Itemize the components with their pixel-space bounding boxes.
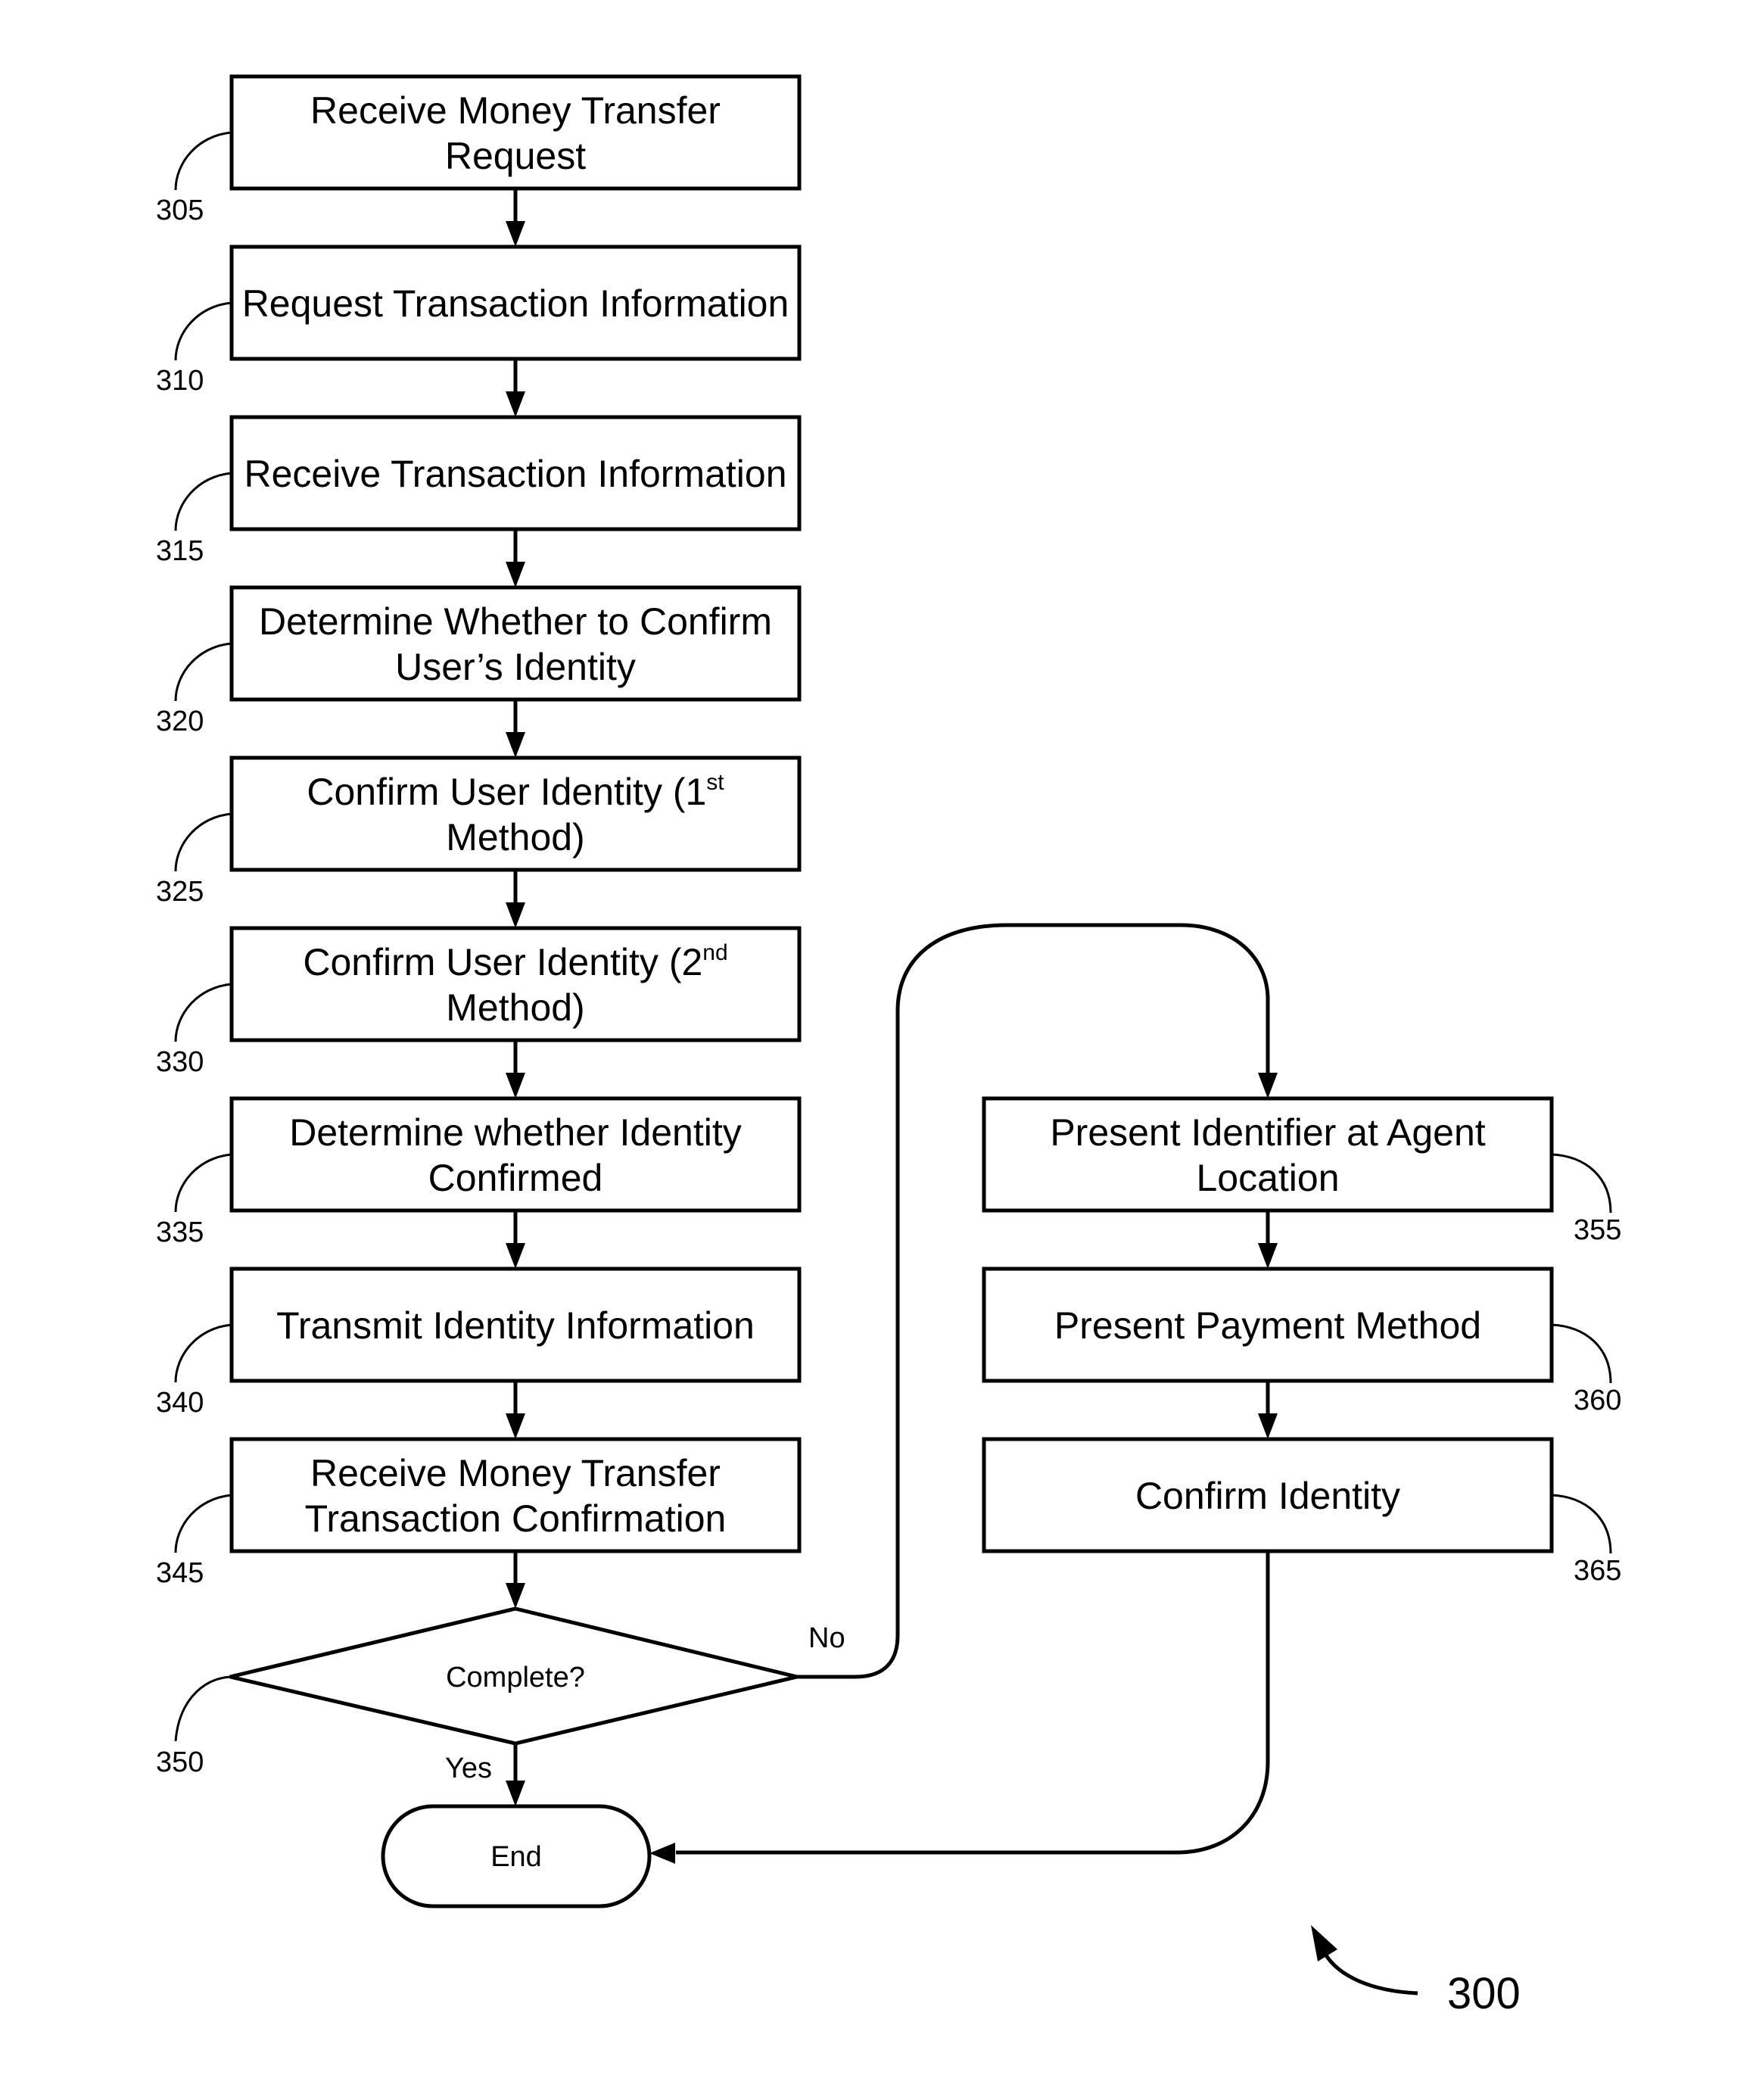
decision-complete: Complete? 350 Yes No xyxy=(156,1606,845,1784)
step-ref-number: 310 xyxy=(156,365,204,397)
step-label-line: Receive Money Transfer xyxy=(310,89,721,132)
arrowhead-down-icon xyxy=(506,1583,525,1609)
step-label-line: Receive Money Transfer xyxy=(310,1452,721,1494)
no-label: No xyxy=(808,1622,845,1654)
ref-leader-line xyxy=(174,983,232,1042)
arrowhead-down-icon xyxy=(506,391,525,417)
step-label-line: Transaction Confirmation xyxy=(305,1497,727,1540)
decision-ref-label: 350 xyxy=(156,1746,204,1778)
step-label-line: Receive Transaction Information xyxy=(244,453,786,495)
process-step: Transmit Identity Information 340 xyxy=(156,1267,802,1419)
process-step: Present Payment Method 360 xyxy=(982,1267,1621,1416)
figure-reference: 300 xyxy=(1311,1925,1521,2018)
process-step: Confirm Identity 365 xyxy=(982,1437,1621,1587)
process-step: Confirm User Identity (1stMethod) 325 xyxy=(156,756,802,908)
step-ref-number: 340 xyxy=(156,1387,204,1419)
arrowhead-down-icon xyxy=(506,1413,525,1439)
step-ref-number: 345 xyxy=(156,1557,204,1589)
step-label-line: Present Payment Method xyxy=(1054,1304,1481,1347)
arrowhead-left-icon xyxy=(649,1843,675,1864)
terminal-label: End xyxy=(490,1841,542,1873)
ref-leader-line xyxy=(174,812,232,872)
process-step: Present Identifier at AgentLocation 355 xyxy=(982,1096,1621,1246)
ref-leader-line xyxy=(1551,1153,1612,1214)
step-label-line: Transmit Identity Information xyxy=(276,1304,755,1347)
step-ref-number: 365 xyxy=(1574,1555,1621,1587)
decision-ref-leader xyxy=(174,1675,231,1742)
step-label-line: Confirm Identity xyxy=(1135,1475,1400,1517)
process-step: Confirm User Identity (2ndMethod) 330 xyxy=(156,926,802,1078)
step-label-line: Request xyxy=(445,135,586,177)
arrowhead-down-icon xyxy=(506,902,525,928)
right-column-steps: Present Identifier at AgentLocation355Pr… xyxy=(982,1096,1621,1587)
figure-pointer-curve xyxy=(1324,1954,1418,1996)
step-label-line: Location xyxy=(1196,1157,1339,1199)
terminal-end: End xyxy=(381,1804,652,1908)
step-ref-number: 305 xyxy=(156,195,204,226)
step-label-line: Determine whether Identity xyxy=(289,1111,742,1154)
process-step: Determine whether IdentityConfirmed 335 xyxy=(156,1096,802,1248)
arrowhead-down-icon xyxy=(1258,1413,1278,1439)
step-label-line: Request Transaction Information xyxy=(242,282,789,325)
step-label-line: Present Identifier at Agent xyxy=(1050,1111,1485,1154)
ref-leader-line xyxy=(174,131,232,191)
ref-leader-line xyxy=(1551,1494,1612,1554)
arrowhead-down-icon xyxy=(506,1781,525,1806)
ordinal-superscript: st xyxy=(706,770,724,795)
arrowhead-down-icon xyxy=(506,221,525,247)
ref-leader-line xyxy=(174,1494,232,1553)
step-label-line: User’s Identity xyxy=(395,646,636,688)
arrowhead-down-icon xyxy=(506,562,525,587)
ref-leader-line xyxy=(174,1323,232,1383)
figure-number: 300 xyxy=(1447,1969,1521,2018)
ref-leader-line xyxy=(174,301,232,361)
step-label-line: Determine Whether to Confirm xyxy=(259,600,772,643)
step-label-line: Confirm User Identity (1st xyxy=(307,770,724,813)
arrowhead-down-icon xyxy=(506,1073,525,1098)
left-column-steps: Receive Money TransferRequest305Request … xyxy=(156,74,802,1589)
decision-label: Complete? xyxy=(446,1662,585,1693)
process-step: Receive Transaction Information 315 xyxy=(156,415,802,567)
return-to-end-connector xyxy=(676,1551,1270,1855)
yes-label: Yes xyxy=(445,1753,492,1784)
step-ref-number: 320 xyxy=(156,706,204,737)
arrowhead-down-icon xyxy=(506,732,525,758)
step-label-line: Confirm User Identity (2nd xyxy=(303,940,727,983)
step-ref-number: 315 xyxy=(156,535,204,567)
step-label-line: Confirmed xyxy=(428,1157,603,1199)
ref-leader-line xyxy=(1551,1323,1612,1384)
process-step: Request Transaction Information 310 xyxy=(156,245,802,397)
step-ref-number: 355 xyxy=(1574,1214,1621,1246)
ref-leader-line xyxy=(174,472,232,531)
process-step: Determine Whether to ConfirmUser’s Ident… xyxy=(156,585,802,737)
step-ref-number: 360 xyxy=(1574,1385,1621,1416)
arrowhead-down-icon xyxy=(1258,1073,1278,1098)
step-label-line: Method) xyxy=(446,816,584,858)
step-ref-number: 325 xyxy=(156,876,204,908)
ref-leader-line xyxy=(174,1153,232,1213)
step-ref-number: 330 xyxy=(156,1046,204,1078)
figure-pointer-arrowhead-icon xyxy=(1311,1925,1337,1961)
step-label-line: Method) xyxy=(446,986,584,1029)
step-ref-number: 335 xyxy=(156,1217,204,1248)
ordinal-superscript: nd xyxy=(702,940,727,965)
process-step: Receive Money TransferRequest 305 xyxy=(156,74,802,226)
arrowhead-down-icon xyxy=(506,1243,525,1269)
arrowhead-down-icon xyxy=(1258,1243,1278,1269)
ref-leader-line xyxy=(174,642,232,702)
flowchart-canvas: Receive Money TransferRequest305Request … xyxy=(156,74,1621,2018)
process-step: Receive Money TransferTransaction Confir… xyxy=(156,1437,802,1589)
